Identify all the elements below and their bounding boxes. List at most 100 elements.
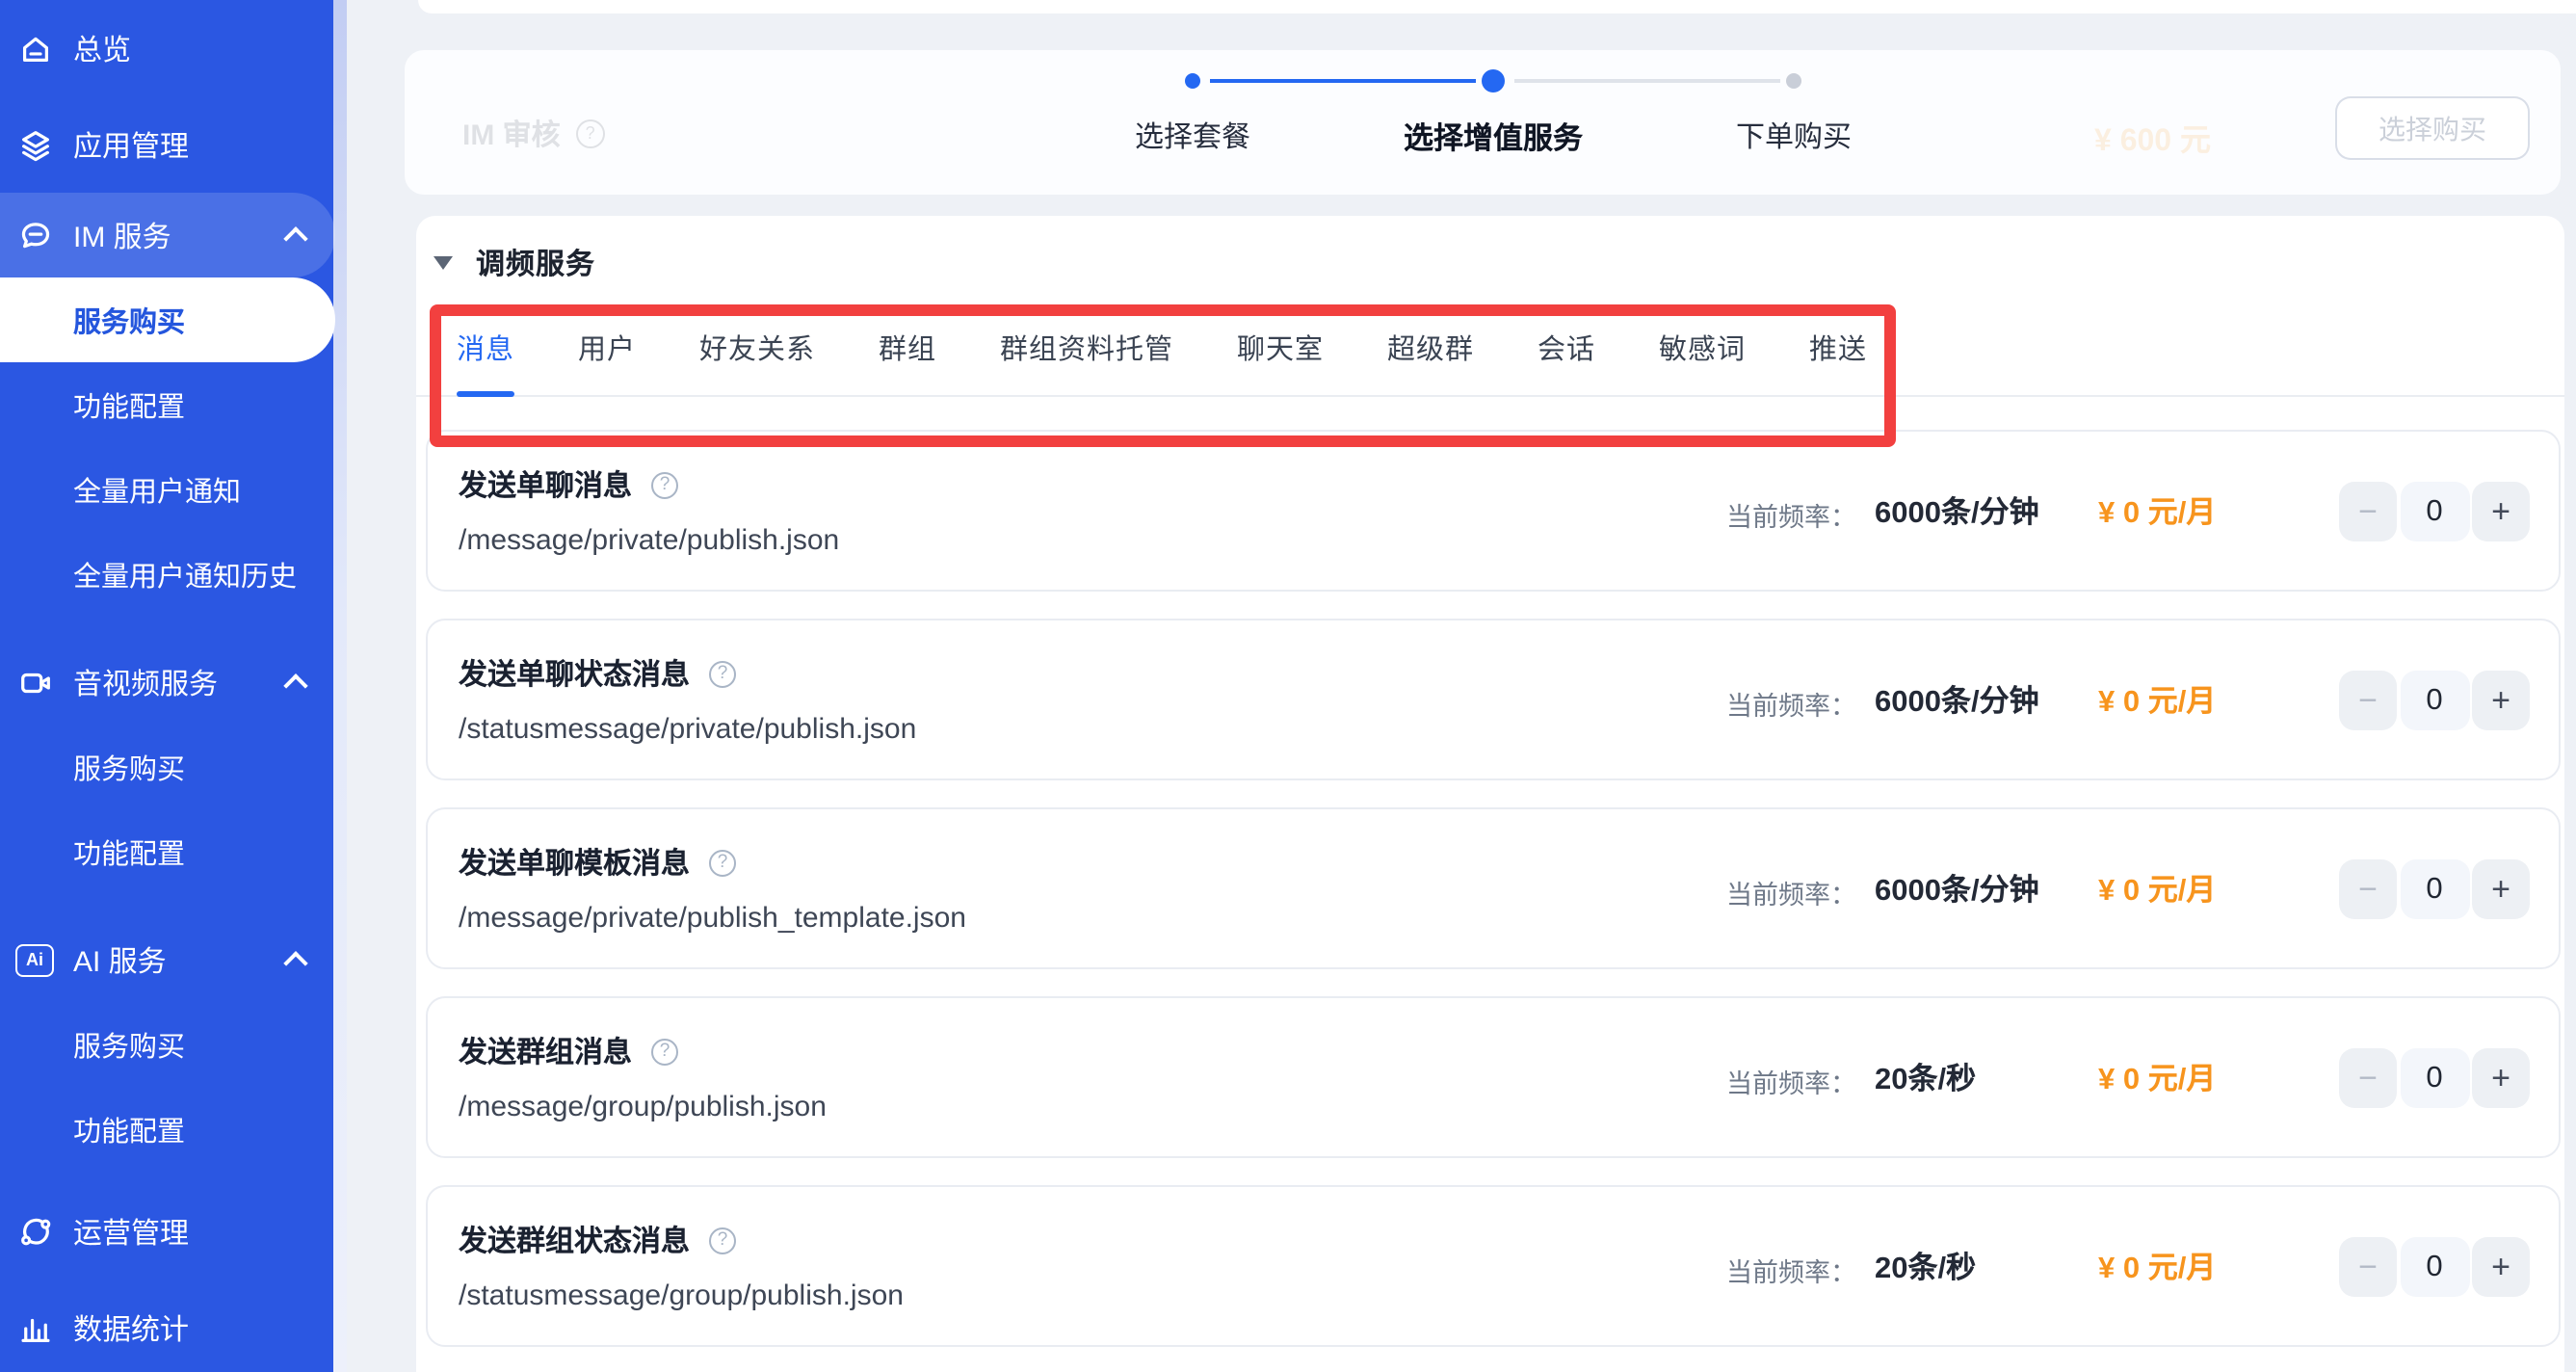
- sidebar-item-overview[interactable]: 总览: [0, 6, 347, 91]
- sidebar-item-label: IM 服务: [73, 215, 171, 255]
- chat-bubble-icon: [15, 216, 54, 254]
- sidebar-subitem-label: 全量用户通知历史: [73, 554, 297, 594]
- sidebar-item-av-service[interactable]: 音视频服务: [0, 640, 335, 725]
- tab-friend-relations[interactable]: 好友关系: [699, 299, 815, 395]
- quantity-value[interactable]: 0: [2400, 482, 2469, 541]
- section-header-frequency-services[interactable]: 调频服务: [434, 243, 595, 283]
- sidebar-item-label: AI 服务: [73, 939, 167, 980]
- sidebar-subitem-feature-config-ai[interactable]: 功能配置: [0, 1087, 347, 1172]
- service-api-path: /message/private/publish_template.json: [459, 902, 966, 935]
- service-api-path: /statusmessage/group/publish.json: [459, 1280, 904, 1312]
- select-purchase-button[interactable]: 选择购买: [2335, 96, 2530, 160]
- package-name: IM 审核 ?: [462, 114, 605, 154]
- sidebar-subitem-label: 功能配置: [73, 1109, 185, 1149]
- quantity-value[interactable]: 0: [2400, 1048, 2469, 1108]
- quantity-value[interactable]: 0: [2400, 671, 2469, 730]
- bar-chart-icon: [15, 1308, 54, 1347]
- video-camera-icon: [15, 663, 54, 701]
- sidebar-item-ai-service[interactable]: Ai AI 服务: [0, 917, 335, 1002]
- sidebar-subitem-label: 功能配置: [73, 384, 185, 425]
- decrement-button[interactable]: −: [2339, 1237, 2397, 1297]
- step-label-choose-package: 选择套餐: [1135, 116, 1250, 156]
- quantity-stepper: − 0 +: [2339, 859, 2530, 919]
- increment-button[interactable]: +: [2472, 1237, 2530, 1297]
- decrement-button[interactable]: −: [2339, 1048, 2397, 1108]
- price-value: ¥ 0 元/月: [2098, 1056, 2216, 1098]
- increment-button[interactable]: +: [2472, 671, 2530, 730]
- price-value: ¥ 0 元/月: [2098, 867, 2216, 910]
- sidebar-subitem-service-purchase-av[interactable]: 服务购买: [0, 725, 347, 809]
- chevron-up-icon: [283, 673, 307, 697]
- service-title-label: 发送单聊消息: [459, 464, 632, 505]
- sidebar-subitem-service-purchase-ai[interactable]: 服务购买: [0, 1002, 347, 1087]
- service-row-private-message: 发送单聊消息 ? /message/private/publish.json 当…: [426, 430, 2561, 592]
- help-icon[interactable]: ?: [651, 1038, 678, 1065]
- increment-button[interactable]: +: [2472, 482, 2530, 541]
- sidebar-item-label: 应用管理: [73, 124, 189, 165]
- decrement-button[interactable]: −: [2339, 859, 2397, 919]
- sidebar-nav: 总览 应用管理 IM 服务 服务购买 功能配置: [0, 0, 347, 1372]
- tab-group-profile-hosting[interactable]: 群组资料托管: [1000, 299, 1173, 395]
- service-title: 发送单聊状态消息 ?: [459, 653, 736, 694]
- sidebar-subitem-feature-config-im[interactable]: 功能配置: [0, 362, 347, 447]
- package-name-label: IM 审核: [462, 114, 561, 154]
- decrement-button[interactable]: −: [2339, 671, 2397, 730]
- rate-label: 当前频率：: [1726, 684, 1856, 723]
- step-dot-done: [1185, 73, 1200, 89]
- tab-push[interactable]: 推送: [1809, 299, 1867, 395]
- chevron-up-icon: [283, 950, 307, 974]
- rate-label: 当前频率：: [1726, 873, 1856, 911]
- sidebar-item-im-service[interactable]: IM 服务: [0, 193, 335, 277]
- section-title: 调频服务: [476, 243, 595, 283]
- quantity-stepper: − 0 +: [2339, 1048, 2530, 1108]
- sidebar-subitem-service-purchase-im[interactable]: 服务购买: [0, 277, 335, 362]
- help-icon[interactable]: ?: [709, 849, 736, 876]
- sidebar-item-operations-management[interactable]: 运营管理: [0, 1189, 347, 1274]
- sidebar-item-label: 音视频服务: [73, 662, 218, 702]
- rate-value: 6000条/分钟: [1875, 678, 2039, 721]
- decrement-button[interactable]: −: [2339, 482, 2397, 541]
- price-value: ¥ 0 元/月: [2098, 1245, 2216, 1287]
- service-row-group-status-message: 发送群组状态消息 ? /statusmessage/group/publish.…: [426, 1185, 2561, 1347]
- service-title-label: 发送单聊模板消息: [459, 842, 690, 883]
- sidebar-item-data-statistics[interactable]: 数据统计: [0, 1285, 347, 1370]
- tab-users[interactable]: 用户: [578, 299, 636, 395]
- increment-button[interactable]: +: [2472, 859, 2530, 919]
- sidebar-subitem-broadcast-notification-history[interactable]: 全量用户通知历史: [0, 532, 347, 617]
- collapse-triangle-icon: [434, 256, 453, 270]
- tab-groups[interactable]: 群组: [879, 299, 936, 395]
- help-icon[interactable]: ?: [709, 1227, 736, 1253]
- increment-button[interactable]: +: [2472, 1048, 2530, 1108]
- sidebar-subitem-broadcast-notification[interactable]: 全量用户通知: [0, 447, 347, 532]
- addon-services-card: 调频服务 消息 用户 好友关系 群组 群组资料托管 聊天室 超级群 会话 敏感词…: [416, 216, 2564, 1372]
- category-tabbar: 消息 用户 好友关系 群组 群组资料托管 聊天室 超级群 会话 敏感词 推送: [416, 299, 2564, 397]
- service-api-path: /message/group/publish.json: [459, 1091, 827, 1123]
- service-title: 发送群组状态消息 ?: [459, 1220, 736, 1260]
- help-icon[interactable]: ?: [651, 471, 678, 498]
- sidebar-item-app-management[interactable]: 应用管理: [0, 102, 347, 187]
- help-icon: ?: [576, 119, 605, 148]
- quantity-stepper: − 0 +: [2339, 1237, 2530, 1297]
- quantity-value[interactable]: 0: [2400, 1237, 2469, 1297]
- service-title: 发送单聊消息 ?: [459, 464, 678, 505]
- rate-value: 6000条/分钟: [1875, 489, 2039, 532]
- sidebar-subitem-feature-config-av[interactable]: 功能配置: [0, 809, 347, 894]
- sidebar-item-label: 数据统计: [73, 1307, 189, 1348]
- sidebar-item-label: 运营管理: [73, 1211, 189, 1252]
- price-value: ¥ 0 元/月: [2098, 678, 2216, 721]
- service-api-path: /message/private/publish.json: [459, 524, 839, 557]
- top-card-edge: [418, 0, 2576, 13]
- tab-chatroom[interactable]: 聊天室: [1237, 299, 1324, 395]
- tab-supergroup[interactable]: 超级群: [1387, 299, 1474, 395]
- tab-sensitive-words[interactable]: 敏感词: [1659, 299, 1746, 395]
- rate-label: 当前频率：: [1726, 1062, 1856, 1100]
- console-page: 总览 应用管理 IM 服务 服务购买 功能配置: [0, 0, 2576, 1372]
- help-icon[interactable]: ?: [709, 660, 736, 687]
- quantity-value[interactable]: 0: [2400, 859, 2469, 919]
- tab-messages[interactable]: 消息: [457, 299, 514, 395]
- tab-conversation[interactable]: 会话: [1538, 299, 1595, 395]
- service-title-label: 发送群组消息: [459, 1031, 632, 1071]
- rate-value: 20条/秒: [1875, 1056, 1976, 1098]
- step-dot-active: [1482, 69, 1505, 92]
- quantity-stepper: − 0 +: [2339, 671, 2530, 730]
